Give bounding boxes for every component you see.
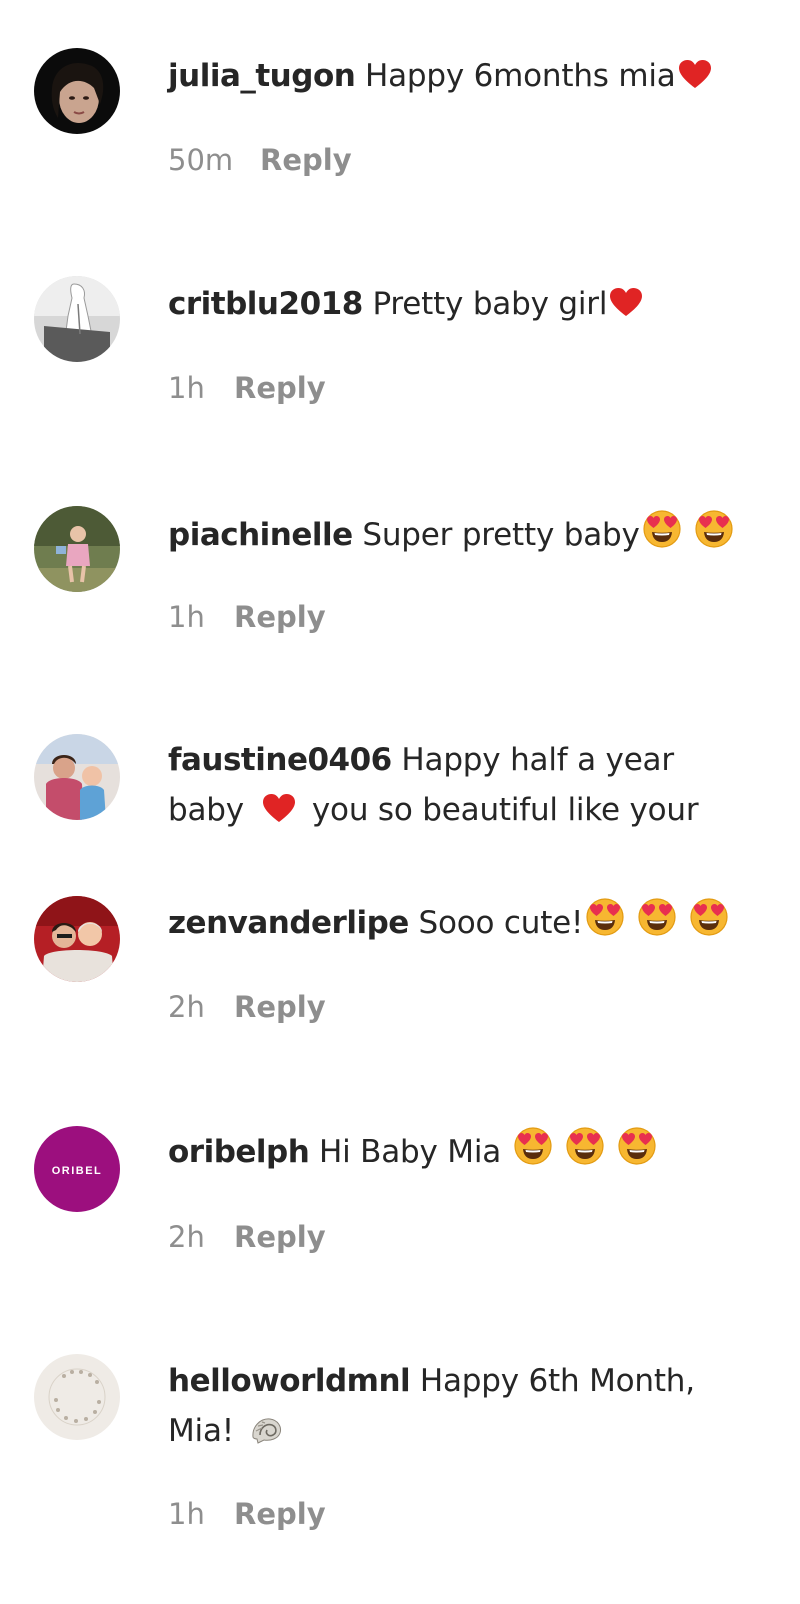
comment-body: Sooo cute! (418, 905, 584, 941)
comment-time: 1h (168, 371, 205, 405)
comment-time: 1h (168, 1497, 205, 1531)
comment-body: Hi Baby Mia (318, 1134, 502, 1170)
comment-body-line2: you so beautiful like your (311, 792, 699, 828)
comment-username[interactable]: faustine0406 (168, 742, 392, 778)
red-heart-icon (262, 794, 296, 824)
comment-body: Pretty baby girl (372, 286, 608, 322)
comment-text: helloworldmnl Happy 6th Month, Mia! (168, 1356, 768, 1456)
comment-meta: 1h Reply (168, 371, 326, 405)
avatar[interactable] (34, 1354, 120, 1440)
comment-text: faustine0406 Happy half a year baby you s… (168, 735, 768, 835)
comment-time: 50m (168, 143, 234, 177)
comment-body-line2: Mia! (168, 1413, 234, 1449)
smiling-face-with-heart-eyes-icon (585, 897, 625, 937)
comment-text: piachinelle Super pretty baby (168, 509, 768, 560)
reply-button[interactable]: Reply (234, 1220, 326, 1254)
comment-text: oribelph Hi Baby Mia (168, 1126, 768, 1177)
smiling-face-with-heart-eyes-icon (617, 1126, 657, 1166)
avatar[interactable] (34, 276, 120, 362)
comment-meta: 50m Reply (168, 143, 352, 177)
smiling-face-with-heart-eyes-icon (642, 509, 682, 549)
comment-meta: 2h Reply (168, 1220, 326, 1254)
comment-username[interactable]: piachinelle (168, 517, 353, 553)
smiling-face-with-heart-eyes-icon (637, 897, 677, 937)
comment-body-line2: baby (168, 792, 244, 828)
reply-button[interactable]: Reply (260, 143, 352, 177)
smiling-face-with-heart-eyes-icon (513, 1126, 553, 1166)
oribel-logo-text: ORIBEL (52, 1165, 103, 1177)
avatar[interactable] (34, 734, 120, 820)
smiling-face-with-heart-eyes-icon (689, 897, 729, 937)
smiling-face-with-heart-eyes-icon (565, 1126, 605, 1166)
comment-username[interactable]: julia_tugon (168, 58, 356, 94)
avatar[interactable] (34, 48, 120, 134)
reply-button[interactable]: Reply (234, 371, 326, 405)
comment-time: 2h (168, 1220, 205, 1254)
reply-button[interactable]: Reply (234, 990, 326, 1024)
comment-meta: 1h Reply (168, 1497, 326, 1531)
comment-username[interactable]: critblu2018 (168, 286, 363, 322)
comment-body: Happy 6th Month, (419, 1363, 695, 1399)
smiling-face-with-heart-eyes-icon (694, 509, 734, 549)
comment-text: zenvanderlipe Sooo cute! (168, 897, 768, 948)
comment-username[interactable]: oribelph (168, 1134, 310, 1170)
red-heart-icon (678, 60, 712, 90)
comment-username[interactable]: helloworldmnl (168, 1363, 411, 1399)
avatar[interactable] (34, 506, 120, 592)
comment-meta: 2h Reply (168, 990, 326, 1024)
avatar[interactable]: ORIBEL (34, 1126, 120, 1212)
comment-text: julia_tugon Happy 6months mia (168, 51, 768, 101)
comment-text: critblu2018 Pretty baby girl (168, 279, 768, 329)
comment-meta: 1h Reply (168, 600, 326, 634)
red-heart-icon (609, 288, 643, 318)
comment-body: Happy half a year (401, 742, 674, 778)
comment-body: Happy 6months mia (364, 58, 676, 94)
comment-body: Super pretty baby (362, 517, 640, 553)
spiral-shell-icon (250, 1415, 284, 1445)
reply-button[interactable]: Reply (234, 600, 326, 634)
comment-time: 1h (168, 600, 205, 634)
avatar[interactable] (34, 896, 120, 982)
reply-button[interactable]: Reply (234, 1497, 326, 1531)
comment-time: 2h (168, 990, 205, 1024)
comment-username[interactable]: zenvanderlipe (168, 905, 409, 941)
